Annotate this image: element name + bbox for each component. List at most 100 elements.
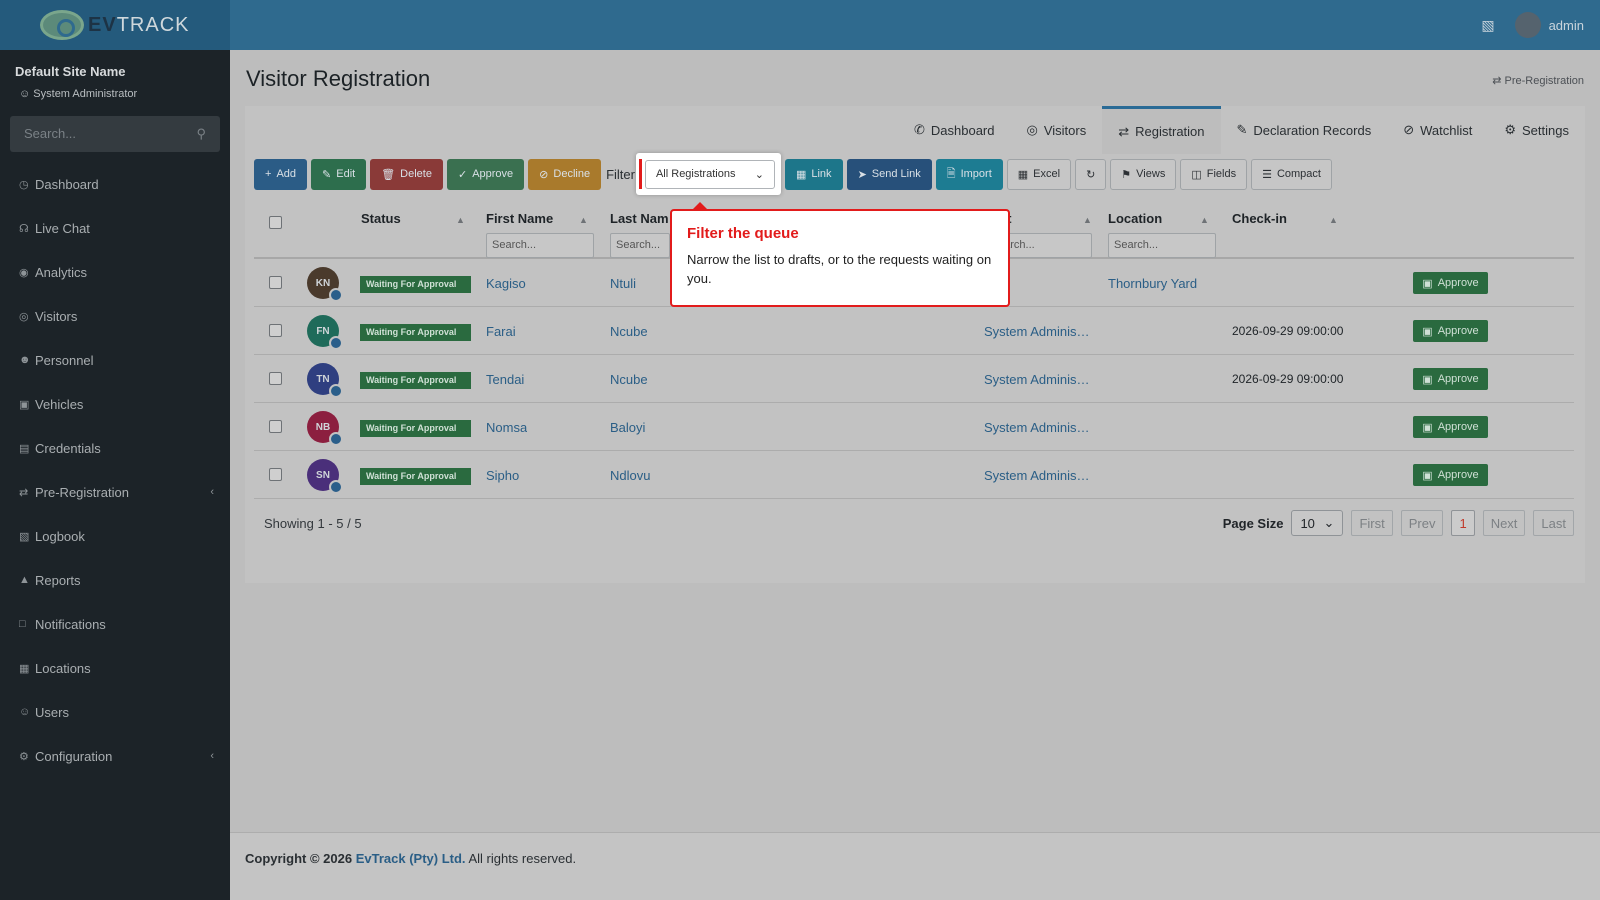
sidebar-item-analytics[interactable]: ◉ Analytics xyxy=(0,250,230,294)
sort-icon[interactable]: ▲ xyxy=(1200,215,1209,225)
host-link[interactable]: System Administrator xyxy=(984,372,1092,387)
first-name-link[interactable]: Farai xyxy=(486,324,516,339)
location-link[interactable]: Thornbury Yard xyxy=(1108,276,1197,291)
row-checkbox[interactable] xyxy=(269,324,282,337)
sidebar-item-vehicles[interactable]: ▣ Vehicles xyxy=(0,382,230,426)
row-checkbox[interactable] xyxy=(269,420,282,433)
first-name-link[interactable]: Nomsa xyxy=(486,420,527,435)
sidebar-item-locations[interactable]: ▦ Locations xyxy=(0,646,230,690)
add-button[interactable]: + Add xyxy=(254,158,308,190)
prev-page-button[interactable]: Prev xyxy=(1400,510,1444,536)
next-page-button[interactable]: Next xyxy=(1482,510,1526,536)
sidebar-item-personnel[interactable]: ☻ Personnel xyxy=(0,338,230,382)
sidebar-item-visitors[interactable]: ◎ Visitors xyxy=(0,294,230,338)
row-approve-button[interactable]: ▣ Approve xyxy=(1413,320,1488,342)
sidebar-item-live-chat[interactable]: ☊ Live Chat xyxy=(0,206,230,250)
select-all-checkbox[interactable] xyxy=(269,216,282,229)
sidebar-item-users[interactable]: ☺ Users xyxy=(0,690,230,734)
table-row[interactable]: SN Waiting For Approval Sipho Ndlovu System … xyxy=(254,451,1574,499)
last-name-link[interactable]: Ntuli xyxy=(610,276,636,291)
location-search-input[interactable]: Search... xyxy=(1108,233,1216,258)
host-link[interactable]: System Administrator xyxy=(984,324,1092,339)
sidebar-item-pre-registration[interactable]: ⇄ Pre-Registration ‹ xyxy=(0,470,230,514)
row-checkbox[interactable] xyxy=(269,276,282,289)
sidebar-item-dashboard[interactable]: ◷ Dashboard xyxy=(0,162,230,206)
avatar[interactable]: NB xyxy=(307,411,343,446)
delete-button[interactable]: 🗑 Delete xyxy=(370,158,443,190)
current-page-button[interactable]: 1 xyxy=(1451,510,1475,536)
first-name-link[interactable]: Sipho xyxy=(486,468,519,483)
link-button[interactable]: ▦ Link xyxy=(784,158,843,190)
first-page-button[interactable]: First xyxy=(1351,510,1393,536)
evtrack-logo[interactable]: EVTRACK xyxy=(40,10,189,40)
row-approve-button[interactable]: ▣ Approve xyxy=(1413,416,1488,438)
company-link[interactable]: EvTrack (Pty) Ltd. xyxy=(356,851,466,866)
approve-button[interactable]: ✓ Approve xyxy=(446,158,525,190)
first-name-link[interactable]: Kagiso xyxy=(486,276,526,291)
decline-button[interactable]: ⊘ Decline xyxy=(528,158,602,190)
send-link-button[interactable]: ➤ Send Link xyxy=(846,158,932,190)
row-approve-button[interactable]: ▣ Approve xyxy=(1413,272,1488,294)
status-badge: Waiting For Approval xyxy=(360,324,471,341)
column-header-status[interactable]: Status ▲ xyxy=(361,211,465,226)
first-name-link[interactable]: Tendai xyxy=(486,372,524,387)
last-name-link[interactable]: Ncube xyxy=(610,324,648,339)
sidebar-item-configuration[interactable]: ⚙ Configuration ‹ xyxy=(0,734,230,778)
tab-declaration-records[interactable]: ✎ Declaration Records xyxy=(1221,106,1388,154)
avatar[interactable]: KN xyxy=(307,267,343,302)
first-name-search-input[interactable]: Search... xyxy=(486,233,594,258)
sort-icon[interactable]: ▲ xyxy=(1329,215,1338,225)
edit-button[interactable]: ✎ Edit xyxy=(311,158,367,190)
row-checkbox[interactable] xyxy=(269,372,282,385)
search-icon[interactable]: ⚲ xyxy=(196,126,206,142)
avatar[interactable]: FN xyxy=(307,315,343,350)
breadcrumb[interactable]: ⇄ Pre-Registration xyxy=(1492,74,1584,87)
sort-icon[interactable]: ▲ xyxy=(579,215,588,225)
avatar[interactable]: SN xyxy=(307,459,343,494)
tab-visitors[interactable]: ◎ Visitors xyxy=(1011,106,1103,154)
compact-button[interactable]: ☰ Compact xyxy=(1251,158,1332,190)
refresh-button[interactable]: ↻ xyxy=(1075,158,1107,190)
last-name-search-input[interactable]: Search... xyxy=(610,233,670,258)
fields-button[interactable]: ◫ Fields xyxy=(1180,158,1248,190)
table-row[interactable]: NB Waiting For Approval Nomsa Baloyi System … xyxy=(254,403,1574,451)
last-name-link[interactable]: Ncube xyxy=(610,372,648,387)
sort-icon[interactable]: ▲ xyxy=(456,215,465,225)
brand-area[interactable]: EVTRACK xyxy=(0,0,230,50)
sidebar-item-reports[interactable]: ▲ Reports xyxy=(0,558,230,602)
host-link[interactable]: System Administrator xyxy=(984,420,1092,435)
last-page-button[interactable]: Last xyxy=(1533,510,1574,536)
walking-icon: ✆ xyxy=(913,122,925,137)
import-button[interactable]: 🗎 Import xyxy=(935,158,1003,190)
gear-icon: ⚙ xyxy=(1504,122,1517,137)
logo-text: EVTRACK xyxy=(88,13,190,36)
sidebar-item-logbook[interactable]: ▧ Logbook xyxy=(0,514,230,558)
sidebar-item-notifications[interactable]: □ Notifications xyxy=(0,602,230,646)
book-icon[interactable]: ▧ xyxy=(1481,17,1494,34)
column-header-checkin[interactable]: Check-in ▲ xyxy=(1232,211,1338,226)
row-checkbox[interactable] xyxy=(269,468,282,481)
views-button[interactable]: ⚑ Views xyxy=(1110,158,1177,190)
host-link[interactable]: System Administrator xyxy=(984,468,1092,483)
column-header-first-name[interactable]: First Name ▲ xyxy=(486,211,588,226)
row-approve-button[interactable]: ▣ Approve xyxy=(1413,368,1488,390)
page-size-select[interactable]: 10 ⌄ xyxy=(1291,510,1344,536)
row-approve-button[interactable]: ▣ Approve xyxy=(1413,464,1488,486)
table-row[interactable]: TN Waiting For Approval Tendai Ncube System … xyxy=(254,355,1574,403)
filter-select[interactable]: All Registrations ⌄ xyxy=(644,159,775,189)
user-menu[interactable]: admin xyxy=(1514,12,1584,38)
column-header-last-name[interactable]: Last Nam xyxy=(610,211,669,226)
tab-watchlist[interactable]: ⊘ Watchlist xyxy=(1387,106,1488,154)
avatar[interactable]: TN xyxy=(307,363,343,398)
excel-button[interactable]: ▦ Excel xyxy=(1006,158,1072,190)
last-name-link[interactable]: Baloyi xyxy=(610,420,645,435)
tab-settings[interactable]: ⚙ Settings xyxy=(1488,106,1585,154)
sidebar-search-input[interactable]: Search... ⚲ xyxy=(10,116,220,152)
tab-dashboard[interactable]: ✆ Dashboard xyxy=(898,106,1011,154)
sort-icon[interactable]: ▲ xyxy=(1083,215,1092,225)
last-name-link[interactable]: Ndlovu xyxy=(610,468,650,483)
sidebar-item-credentials[interactable]: ▤ Credentials xyxy=(0,426,230,470)
tab-registration[interactable]: ⇄ Registration xyxy=(1102,106,1221,154)
table-row[interactable]: FN Waiting For Approval Farai Ncube System A… xyxy=(254,307,1574,355)
column-header-location[interactable]: Location ▲ xyxy=(1108,211,1209,226)
